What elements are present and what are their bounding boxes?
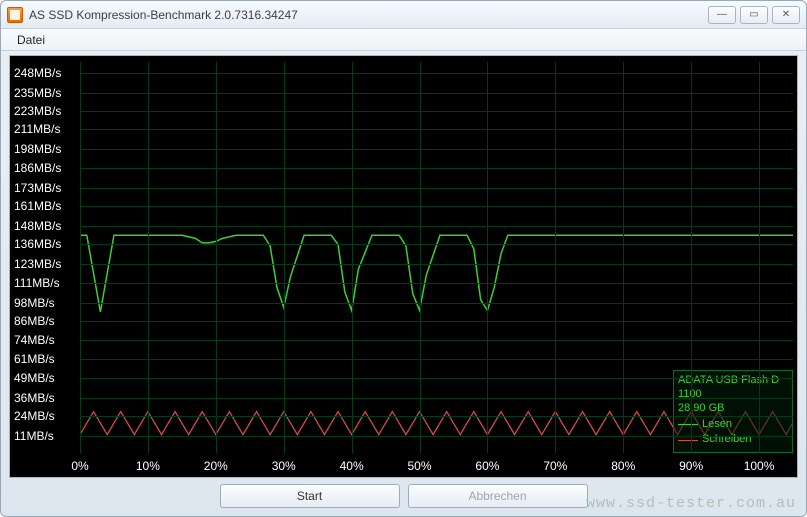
- x-tick-label: 100%: [744, 459, 775, 473]
- y-tick-label: 148MB/s: [14, 219, 76, 233]
- maximize-icon: ▭: [749, 9, 758, 20]
- y-tick-label: 49MB/s: [14, 371, 76, 385]
- gridline-h: [80, 129, 793, 130]
- x-tick-label: 70%: [543, 459, 567, 473]
- gridline-h: [80, 73, 793, 74]
- y-tick-label: 86MB/s: [14, 314, 76, 328]
- x-tick-label: 20%: [204, 459, 228, 473]
- window-controls: — ▭ ✕: [708, 6, 800, 24]
- menubar: Datei: [1, 29, 806, 51]
- minimize-icon: —: [717, 9, 727, 20]
- menu-file[interactable]: Datei: [9, 31, 53, 49]
- close-button[interactable]: ✕: [772, 6, 800, 24]
- x-tick-label: 80%: [611, 459, 635, 473]
- legend-read-label: Lesen: [702, 418, 732, 432]
- gridline-h: [80, 226, 793, 227]
- x-tick-label: 50%: [408, 459, 432, 473]
- legend-read-swatch: [678, 424, 698, 425]
- x-tick-label: 60%: [475, 459, 499, 473]
- y-tick-label: 111MB/s: [14, 276, 76, 290]
- chart-area: ADATA USB Flash D 1100 28,90 GB Lesen Sc…: [9, 55, 798, 478]
- y-tick-label: 235MB/s: [14, 86, 76, 100]
- titlebar: AS SSD Kompression-Benchmark 2.0.7316.34…: [1, 1, 806, 29]
- gridline-h: [80, 244, 793, 245]
- gridline-h: [80, 93, 793, 94]
- y-tick-label: 161MB/s: [14, 199, 76, 213]
- gridline-h: [80, 321, 793, 322]
- series-line: [80, 235, 793, 312]
- gridline-v: [487, 62, 488, 453]
- x-tick-label: 0%: [71, 459, 88, 473]
- y-tick-label: 61MB/s: [14, 352, 76, 366]
- gridline-h: [80, 206, 793, 207]
- gridline-v: [148, 62, 149, 453]
- y-tick-label: 186MB/s: [14, 161, 76, 175]
- x-tick-label: 90%: [679, 459, 703, 473]
- y-tick-label: 173MB/s: [14, 181, 76, 195]
- gridline-h: [80, 149, 793, 150]
- y-tick-label: 36MB/s: [14, 391, 76, 405]
- y-tick-label: 123MB/s: [14, 257, 76, 271]
- app-icon: [7, 7, 23, 23]
- y-tick-label: 223MB/s: [14, 104, 76, 118]
- gridline-h: [80, 359, 793, 360]
- y-tick-label: 198MB/s: [14, 142, 76, 156]
- x-tick-label: 40%: [340, 459, 364, 473]
- y-tick-label: 98MB/s: [14, 296, 76, 310]
- start-button[interactable]: Start: [220, 484, 400, 508]
- gridline-h: [80, 303, 793, 304]
- legend-read: Lesen: [678, 418, 788, 432]
- x-tick-label: 10%: [136, 459, 160, 473]
- app-window: AS SSD Kompression-Benchmark 2.0.7316.34…: [0, 0, 807, 517]
- gridline-v: [420, 62, 421, 453]
- y-tick-label: 136MB/s: [14, 237, 76, 251]
- gridline-h: [80, 188, 793, 189]
- gridline-v: [216, 62, 217, 453]
- info-firmware: 1100: [678, 388, 788, 402]
- gridline-v: [80, 62, 81, 453]
- gridline-h: [80, 283, 793, 284]
- gridline-h: [80, 416, 793, 417]
- gridline-v: [284, 62, 285, 453]
- gridline-h: [80, 340, 793, 341]
- y-tick-label: 248MB/s: [14, 66, 76, 80]
- maximize-button[interactable]: ▭: [740, 6, 768, 24]
- gridline-v: [623, 62, 624, 453]
- legend-write-swatch: [678, 440, 698, 441]
- y-tick-label: 211MB/s: [14, 122, 76, 136]
- cancel-button: Abbrechen: [408, 484, 588, 508]
- minimize-button[interactable]: —: [708, 6, 736, 24]
- gridline-v: [352, 62, 353, 453]
- gridline-v: [555, 62, 556, 453]
- y-tick-label: 74MB/s: [14, 333, 76, 347]
- y-tick-label: 24MB/s: [14, 409, 76, 423]
- close-icon: ✕: [782, 9, 790, 20]
- gridline-v: [691, 62, 692, 453]
- gridline-h: [80, 168, 793, 169]
- plot: ADATA USB Flash D 1100 28,90 GB Lesen Sc…: [80, 62, 793, 453]
- gridline-h: [80, 398, 793, 399]
- button-row: Start Abbrechen: [1, 482, 806, 510]
- gridline-h: [80, 436, 793, 437]
- window-title: AS SSD Kompression-Benchmark 2.0.7316.34…: [29, 8, 298, 22]
- x-tick-label: 30%: [272, 459, 296, 473]
- info-capacity: 28,90 GB: [678, 402, 788, 416]
- gridline-h: [80, 378, 793, 379]
- y-tick-label: 11MB/s: [14, 429, 76, 443]
- gridline-v: [759, 62, 760, 453]
- info-device: ADATA USB Flash D: [678, 374, 788, 388]
- gridline-h: [80, 264, 793, 265]
- gridline-h: [80, 111, 793, 112]
